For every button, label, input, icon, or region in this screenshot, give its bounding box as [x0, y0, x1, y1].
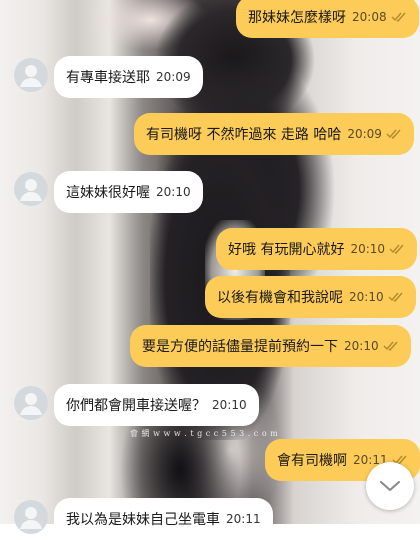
double-check-icon [391, 12, 406, 22]
message-outgoing[interactable]: 好哦 有玩開心就好 20:10 [216, 228, 418, 270]
message-incoming[interactable]: 你們都會開車接送喔？ 20:10 [54, 384, 259, 426]
watermark: 會 網 w w w . t g c c 5 5 3 . c o m [130, 429, 279, 438]
default-user-icon [20, 65, 42, 87]
message-text: 有司機呀 不然咋過來 走路 哈哈 [146, 127, 342, 143]
message-incoming[interactable]: 這妹妹很好喔 20:10 [54, 171, 203, 213]
default-user-icon [20, 507, 42, 529]
avatar[interactable] [14, 500, 48, 534]
message-incoming[interactable]: 我以為是妹妹自己坐電車 20:11 [54, 498, 273, 540]
message-time: 20:08 [352, 10, 387, 24]
avatar[interactable] [14, 172, 48, 206]
chevron-down-icon [380, 481, 400, 491]
message-text: 我以為是妹妹自己坐電車 [66, 512, 220, 528]
message-text: 好哦 有玩開心就好 [228, 242, 345, 258]
message-time: 20:09 [347, 127, 382, 141]
double-check-icon [388, 292, 403, 302]
message-time: 20:09 [156, 70, 191, 84]
double-check-icon [386, 129, 401, 139]
avatar[interactable] [14, 386, 48, 420]
message-text: 你們都會開車接送喔？ [66, 398, 206, 414]
message-time: 20:10 [349, 290, 384, 304]
double-check-icon [383, 341, 398, 351]
message-time: 20:10 [350, 242, 386, 256]
message-outgoing[interactable]: 那妹妹怎麼樣呀 20:08 [236, 0, 419, 38]
double-check-icon [389, 244, 404, 254]
message-text: 有專車接送耶 [66, 70, 150, 86]
scroll-to-bottom-button[interactable] [366, 462, 414, 510]
message-outgoing[interactable]: 以後有機會和我說呢 20:10 [205, 276, 416, 318]
message-incoming[interactable]: 有專車接送耶 20:09 [54, 56, 203, 98]
message-text: 這妹妹很好喔 [66, 185, 150, 201]
message-text: 以後有機會和我說呢 [217, 290, 343, 306]
message-time: 20:10 [344, 339, 379, 353]
avatar[interactable] [14, 58, 48, 92]
message-time: 20:10 [212, 398, 247, 412]
message-outgoing[interactable]: 要是方便的話儘量提前預約一下 20:10 [130, 325, 411, 367]
message-time: 20:10 [156, 185, 191, 199]
default-user-icon [20, 393, 42, 415]
message-text: 會有司機啊 [277, 453, 347, 469]
message-outgoing[interactable]: 有司機呀 不然咋過來 走路 哈哈 20:09 [134, 113, 414, 155]
default-user-icon [20, 179, 42, 201]
message-text: 那妹妹怎麼樣呀 [248, 10, 346, 26]
message-text: 要是方便的話儘量提前預約一下 [142, 339, 338, 355]
